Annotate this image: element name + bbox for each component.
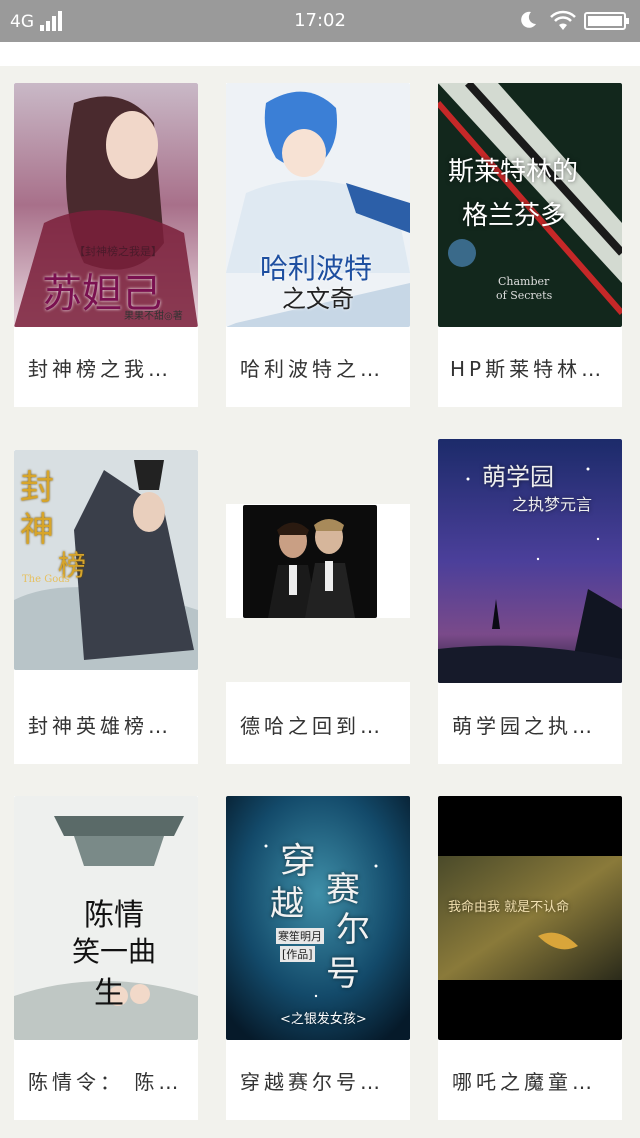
clock-time: 17:02 (294, 10, 346, 31)
book-title[interactable]: 封神榜之我… (28, 353, 172, 382)
cover-title: 萌学园 (482, 463, 554, 491)
cover-english: The Gods (22, 574, 70, 585)
book-title[interactable]: 萌学园之执… (452, 710, 596, 739)
cover-title-1: 陈情 (84, 898, 144, 933)
book-title[interactable]: 封神英雄榜… (28, 710, 172, 739)
book-cover[interactable]: 穿 越 赛 尔 号 寒笙明月 [作品] <之银发女孩> (226, 796, 410, 1040)
status-bar: 4G 17:02 (0, 0, 640, 42)
cover-tagline: 我命由我 就是不认命 (448, 900, 570, 915)
cover-author: 果果不甜◎著 (124, 311, 183, 322)
book-cover[interactable]: 哈利波特 之文奇 (226, 83, 410, 327)
book-cover[interactable]: 萌学园 之执梦元言 (438, 439, 622, 683)
cover-subtitle: 格兰芬多 (462, 201, 567, 231)
cover-char-2: 越 (270, 884, 304, 924)
cover-subtitle: <之银发女孩> (280, 1012, 367, 1027)
cover-subtitle: 之文奇 (282, 285, 354, 313)
cover-subtitle: 之执梦元言 (512, 495, 593, 514)
book-cover[interactable]: 我命由我 就是不认命 (438, 796, 622, 1040)
cover-works-label: [作品] (280, 946, 315, 962)
cover-author: 寒笙明月 (276, 928, 324, 944)
cover-title-2: 笑一曲 (72, 935, 157, 968)
moon-icon (521, 11, 536, 28)
book-cover-art (226, 796, 410, 1040)
cover-title-3: 生 (94, 976, 124, 1011)
book-cover[interactable]: 封 神 榜 The Gods (14, 450, 198, 670)
book-cover[interactable]: 陈情 笑一曲 生 (14, 796, 198, 1040)
book-title[interactable]: 德哈之回到… (240, 710, 384, 739)
cover-english-1: Chamber (498, 275, 550, 288)
header-strip (0, 42, 640, 66)
cover-subtitle: 【封神榜之我是】 (74, 245, 162, 258)
book-cover-art (438, 796, 622, 1040)
book-cover-photo (243, 505, 377, 618)
cover-char-5: 号 (326, 954, 360, 994)
cover-english-2: of Secrets (496, 289, 553, 302)
cover-char-4: 尔 (336, 910, 370, 950)
book-title[interactable]: 哪吒之魔童… (452, 1066, 596, 1095)
cover-char-2: 神 (20, 510, 54, 550)
book-title[interactable]: 哈利波特之… (240, 353, 384, 382)
book-cover[interactable] (243, 505, 377, 618)
book-title[interactable]: 穿越赛尔号… (240, 1066, 384, 1095)
book-title[interactable]: HP斯莱特林… (450, 353, 605, 382)
wifi-icon (550, 10, 576, 30)
book-title[interactable]: 陈情令： 陈… (28, 1066, 182, 1095)
book-cover[interactable]: 斯莱特林的 格兰芬多 Chamber of Secrets (438, 83, 622, 327)
cover-title: 斯莱特林的 (448, 157, 579, 187)
book-cover[interactable]: 【封神榜之我是】 苏妲己 果果不甜◎著 (14, 83, 198, 327)
battery-icon (584, 12, 629, 30)
